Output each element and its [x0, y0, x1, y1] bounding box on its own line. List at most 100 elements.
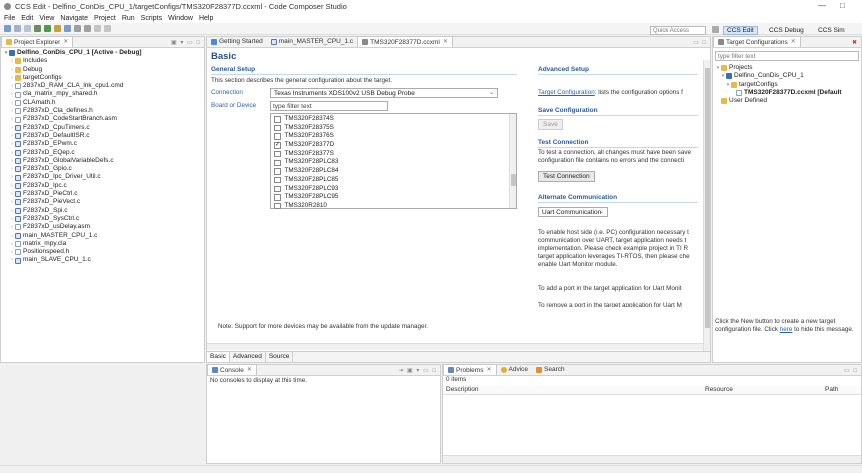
project-item[interactable]: › CLAmath.h — [3, 99, 202, 107]
device-row[interactable]: TMS320F28376S — [274, 132, 513, 141]
open-perspective-icon[interactable] — [712, 26, 719, 33]
tab-source[interactable]: Source — [265, 352, 294, 362]
editor-scrollbar[interactable] — [703, 60, 710, 351]
menu-window[interactable]: Window — [168, 15, 193, 22]
maximize-button[interactable]: □ — [840, 1, 845, 10]
project-item[interactable]: › Debug — [3, 66, 202, 74]
tab-problems[interactable]: Problems ✕ — [443, 364, 497, 375]
project-item[interactable]: › F2837xD_EQep.c — [3, 149, 202, 157]
device-row[interactable]: TMS320F28PLC85 — [274, 176, 513, 185]
tab-search[interactable]: Search — [532, 364, 569, 375]
project-item[interactable]: › targetConfigs — [3, 74, 202, 82]
project-item[interactable]: › 2837xD_RAM_CLA_lnk_cpu1.cmd — [3, 82, 202, 90]
project-item[interactable]: › cla_matrix_mpy_shared.h — [3, 90, 202, 98]
save-all-icon[interactable] — [24, 25, 31, 32]
project-item[interactable]: › F2837xD_PieCtrl.c — [3, 190, 202, 198]
device-checkbox[interactable] — [274, 194, 281, 201]
debug-icon[interactable] — [44, 25, 51, 32]
toolbar-more-icon[interactable] — [104, 25, 111, 32]
project-item[interactable]: › F2837xD_SysCtrl.c — [3, 215, 202, 223]
menu-project[interactable]: Project — [94, 15, 116, 22]
perspective-ccs-debug[interactable]: CCS Debug — [766, 26, 807, 35]
menu-run[interactable]: Run — [122, 15, 135, 22]
save-button[interactable]: Save — [538, 119, 563, 130]
tab-getting-started[interactable]: Getting Started — [207, 36, 267, 47]
target-tree-item[interactable]: ▾ targetConfigs — [715, 81, 861, 89]
menu-scripts[interactable]: Scripts — [141, 15, 162, 22]
device-row[interactable]: TMS320F28377S — [274, 150, 513, 159]
scrollbar-thumb[interactable] — [705, 68, 710, 328]
project-item[interactable]: › F2837xD_CodeStartBranch.asm — [3, 115, 202, 123]
device-checkbox[interactable] — [274, 159, 281, 167]
device-row[interactable]: TMS320F28PLC84 — [274, 167, 513, 176]
menu-view[interactable]: View — [39, 15, 54, 22]
device-checkbox[interactable] — [274, 176, 281, 184]
device-checkbox[interactable] — [274, 133, 281, 140]
close-icon[interactable]: ✕ — [791, 37, 796, 48]
device-row[interactable]: ✓ TMS320F28377D — [274, 141, 513, 150]
forward-icon[interactable] — [84, 25, 91, 32]
tab-basic[interactable]: Basic — [207, 352, 230, 362]
hide-message-link[interactable]: here — [780, 326, 793, 333]
project-item[interactable]: › main_MASTER_CPU_1.c — [3, 232, 202, 240]
save-icon[interactable] — [14, 25, 21, 32]
device-row[interactable]: TMS320F28375S — [274, 124, 513, 133]
device-checkbox[interactable] — [274, 116, 281, 123]
flash-icon[interactable] — [54, 25, 61, 32]
project-item[interactable]: › F2837xD_Ipc_Driver_Util.c — [3, 173, 202, 181]
target-configuration-link[interactable]: Target Configuration — [538, 89, 595, 96]
project-root[interactable]: ▾ Delfino_ConDis_CPU_1 [Active - Debug] — [3, 49, 202, 57]
nav-history-icon[interactable] — [94, 25, 101, 32]
device-checkbox[interactable] — [274, 202, 281, 210]
device-checkbox[interactable]: ✓ — [274, 142, 281, 149]
menu-help[interactable]: Help — [199, 15, 213, 22]
search-icon[interactable] — [64, 25, 71, 32]
problems-hscrollbar[interactable] — [443, 455, 861, 463]
project-item[interactable]: › F2837xD_GlobalVariableDefs.c — [3, 157, 202, 165]
project-item[interactable]: › F2837xD_CpuTimers.c — [3, 124, 202, 132]
target-tree-item[interactable]: TMS320F28377D.ccxml [Default — [715, 89, 861, 97]
project-item[interactable]: › F2837xD_usDelay.asm — [3, 223, 202, 231]
project-item[interactable]: › F2837xD_Ipc.c — [3, 182, 202, 190]
tab-advanced[interactable]: Advanced — [229, 352, 266, 362]
editor-view-controls[interactable]: ▭ □ — [693, 39, 707, 46]
close-icon[interactable]: ✕ — [443, 37, 448, 48]
project-item[interactable]: › Positionspeed.h — [3, 248, 202, 256]
device-row[interactable]: TMS320R2810 — [274, 202, 513, 211]
device-row[interactable]: TMS320F28PLC93 — [274, 185, 513, 194]
tab-target-configurations[interactable]: Target Configurations ✕ — [713, 36, 801, 47]
project-item[interactable]: › F2837xD_DefaultISR.c — [3, 132, 202, 140]
project-item[interactable]: › F2837xD_Spi.c — [3, 207, 202, 215]
tab-main-master[interactable]: main_MASTER_CPU_1.c — [267, 36, 357, 47]
device-row[interactable]: TMS320F28PLC95 — [274, 193, 513, 202]
console-view-controls[interactable]: ⇥ ▣ ▾ ▭ □ — [398, 367, 437, 374]
close-icon[interactable]: ✕ — [63, 37, 68, 48]
tab-advice[interactable]: Advice — [497, 364, 533, 375]
project-item[interactable]: › F2837xD_EPwm.c — [3, 140, 202, 148]
device-list-scrollbar[interactable] — [509, 114, 516, 208]
menu-edit[interactable]: Edit — [21, 15, 33, 22]
project-item[interactable]: › Includes — [3, 57, 202, 65]
device-checkbox[interactable] — [274, 150, 281, 158]
delete-icon[interactable]: ✖ — [852, 39, 858, 46]
new-icon[interactable] — [4, 25, 11, 32]
target-tree-item[interactable]: User Defined — [715, 97, 861, 105]
device-checkbox[interactable] — [274, 168, 281, 175]
menu-file[interactable]: File — [4, 15, 15, 22]
perspective-ccs-sim[interactable]: CCS Sim — [815, 26, 848, 35]
project-item[interactable]: › F2837xD_Gpio.c — [3, 165, 202, 173]
column-resource[interactable]: Resource — [705, 385, 733, 395]
editor-hscrollbar[interactable] — [207, 343, 703, 350]
project-item[interactable]: › F2837xD_PieVect.c — [3, 198, 202, 206]
uart-communication-select[interactable]: Uart Communication ⌄ — [538, 207, 608, 217]
minimize-button[interactable]: — — [818, 1, 826, 10]
device-checkbox[interactable] — [274, 124, 281, 132]
project-item[interactable]: › main_SLAVE_CPU_1.c — [3, 256, 202, 264]
target-filter-input[interactable]: type filter text — [715, 51, 859, 61]
device-row[interactable]: TMS320F28PLC83 — [274, 158, 513, 167]
problems-view-controls[interactable]: ▭ □ — [844, 367, 858, 374]
project-item[interactable]: › F2837xD_Cla_defines.h — [3, 107, 202, 115]
view-menu-icon[interactable]: ▣ ▾ ▭ □ — [171, 39, 201, 46]
perspective-ccs-edit[interactable]: CCS Edit — [723, 26, 758, 35]
project-item[interactable]: › matrix_mpy.cla — [3, 240, 202, 248]
